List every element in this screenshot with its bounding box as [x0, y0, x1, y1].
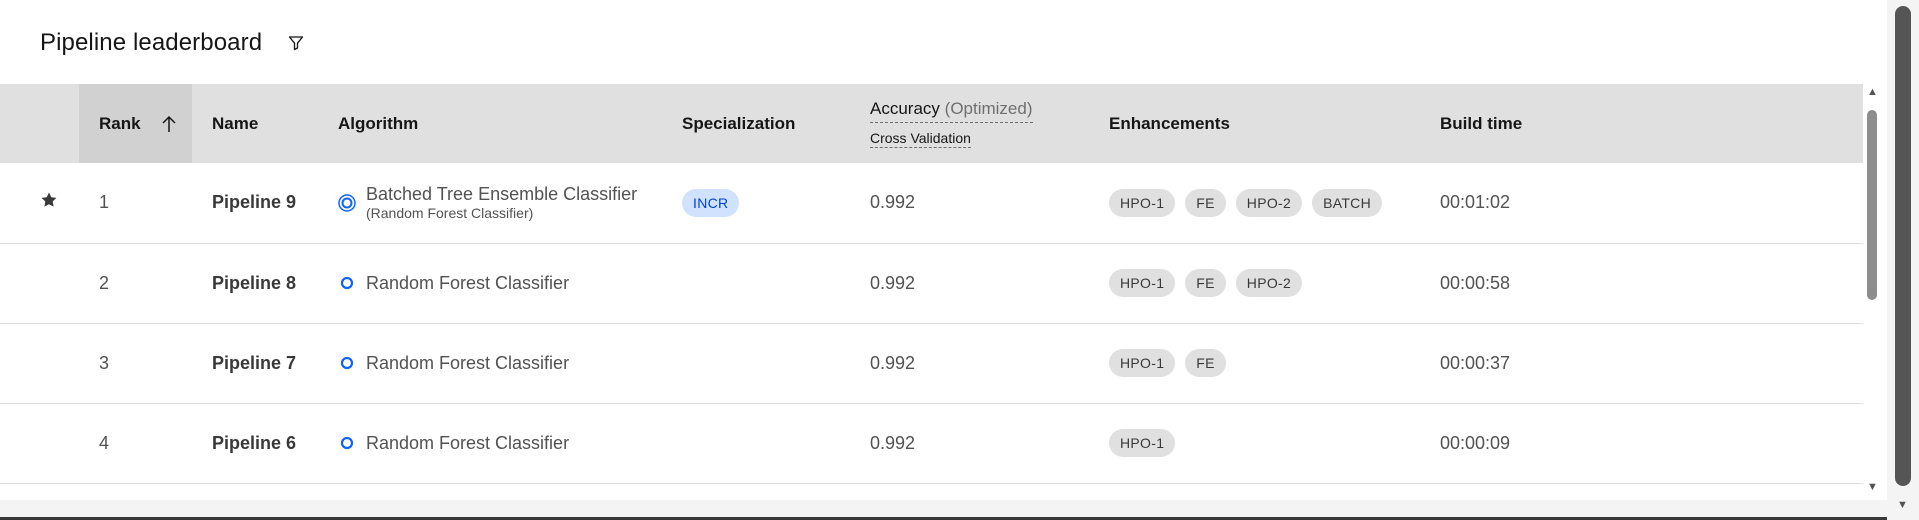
accuracy-label: Accuracy [870, 99, 940, 119]
enhancement-tag: FE [1185, 349, 1226, 377]
table-header-row: Rank Name Algorithm Specialization Accur… [0, 84, 1863, 163]
header-build-time[interactable]: Build time [1420, 84, 1863, 163]
accuracy-optimized-label: (Optimized) [944, 99, 1033, 119]
algorithm-cell: Random Forest Classifier [318, 243, 662, 323]
header-algorithm[interactable]: Algorithm [318, 84, 662, 163]
rank-cell: 4 [99, 432, 110, 453]
header-accuracy[interactable]: Accuracy (Optimized) Cross Validation [850, 84, 1089, 163]
table-scroll-thumb[interactable] [1867, 110, 1877, 300]
header-rank[interactable]: Rank [79, 84, 192, 163]
enhancement-tag: BATCH [1312, 188, 1383, 217]
star-cell [0, 403, 79, 483]
table-row[interactable]: 3 Pipeline 7 Random Forest Classifier 0.992… [0, 323, 1863, 403]
specialization-cell [662, 323, 850, 403]
pipeline-name[interactable]: Pipeline 9 [192, 163, 318, 243]
pipeline-name[interactable]: Pipeline 8 [192, 243, 318, 323]
algorithm-cell: Batched Tree Ensemble Classifier (Random … [318, 163, 662, 243]
header-enhancements[interactable]: Enhancements [1089, 84, 1420, 163]
star-cell [0, 243, 79, 323]
enhancements-cell: HPO-1 [1089, 403, 1420, 483]
specialization-cell [662, 243, 850, 323]
enhancement-tag: HPO-1 [1109, 429, 1176, 457]
rank-cell: 2 [99, 272, 110, 293]
enhancement-tag: HPO-1 [1109, 188, 1176, 217]
specialization-cell [662, 403, 850, 483]
table-row[interactable]: 1 Pipeline 9 Batched Tree Ensemble Classif… [0, 163, 1863, 243]
leaderboard-table: Rank Name Algorithm Specialization Accur… [0, 84, 1863, 486]
enhancement-tag: FE [1185, 269, 1226, 297]
filter-icon[interactable] [284, 31, 308, 55]
algorithm-icon [338, 434, 356, 452]
page-scroll-down-arrow-2-icon[interactable]: ▼ [1897, 500, 1908, 511]
sort-ascending-icon[interactable] [161, 115, 177, 133]
enhancement-tag: HPO-2 [1235, 188, 1303, 217]
star-icon [40, 192, 58, 213]
header-rank-label: Rank [99, 113, 141, 133]
build-time-cell: 00:01:02 [1440, 192, 1511, 213]
page-title: Pipeline leaderboard [40, 29, 263, 56]
horizontal-scrollbar[interactable] [0, 500, 1887, 518]
algorithm-name: Random Forest Classifier [366, 432, 570, 453]
algorithm-subtitle: (Random Forest Classifier) [366, 205, 534, 222]
star-cell [0, 323, 79, 403]
enhancements-cell: HPO-1 FE HPO-2 BATCH [1089, 163, 1420, 243]
algorithm-icon [338, 354, 356, 372]
header-specialization[interactable]: Specialization [662, 84, 850, 163]
enhancements-cell: HPO-1 FE [1089, 323, 1420, 403]
algorithm-name: Random Forest Classifier [366, 352, 570, 373]
enhancements-cell: HPO-1 FE HPO-2 [1089, 243, 1420, 323]
specialization-cell: INCR [662, 163, 850, 243]
build-time-cell: 00:00:09 [1440, 432, 1511, 453]
enhancement-tag: FE [1185, 188, 1226, 217]
algorithm-selected-icon [338, 194, 356, 212]
algorithm-cell: Random Forest Classifier [318, 403, 662, 483]
header-name[interactable]: Name [192, 84, 318, 163]
build-time-cell: 00:00:37 [1440, 352, 1511, 373]
algorithm-name: Random Forest Classifier [366, 272, 570, 293]
page-scroll-thumb[interactable] [1895, 6, 1911, 486]
pipeline-name[interactable]: Pipeline 6 [192, 403, 318, 483]
algorithm-icon [338, 274, 356, 292]
build-time-cell: 00:00:58 [1440, 272, 1511, 293]
table-row[interactable]: 2 Pipeline 8 Random Forest Classifier 0.992… [0, 243, 1863, 323]
algorithm-cell: Random Forest Classifier [318, 323, 662, 403]
accuracy-cell: 0.992 [870, 432, 916, 453]
page-vertical-scrollbar[interactable]: ▼ ▼ [1887, 0, 1919, 520]
accuracy-tooltip-trigger[interactable]: Accuracy (Optimized) [870, 98, 1033, 123]
accuracy-sub-label[interactable]: Cross Validation [870, 129, 971, 148]
rank-cell: 1 [99, 192, 110, 213]
star-cell [0, 163, 79, 243]
rank-cell: 3 [99, 352, 110, 373]
header-star [0, 84, 79, 163]
enhancement-tag: HPO-1 [1109, 269, 1176, 297]
enhancement-tag: HPO-2 [1235, 269, 1303, 297]
accuracy-cell: 0.992 [870, 192, 916, 213]
algorithm-name: Batched Tree Ensemble Classifier [366, 184, 638, 205]
pipeline-name[interactable]: Pipeline 7 [192, 323, 318, 403]
leaderboard-header: Pipeline leaderboard [40, 26, 308, 60]
table-vertical-scrollbar[interactable]: ▲ ▼ [1863, 84, 1881, 494]
accuracy-cell: 0.992 [870, 272, 916, 293]
enhancement-tag: HPO-1 [1109, 349, 1176, 377]
specialization-tag: INCR [682, 188, 740, 217]
scroll-down-arrow-icon[interactable]: ▼ [1867, 482, 1878, 493]
scroll-up-arrow-icon[interactable]: ▲ [1867, 87, 1878, 98]
accuracy-cell: 0.992 [870, 352, 916, 373]
table-row[interactable]: 4 Pipeline 6 Random Forest Classifier 0.992… [0, 403, 1863, 483]
